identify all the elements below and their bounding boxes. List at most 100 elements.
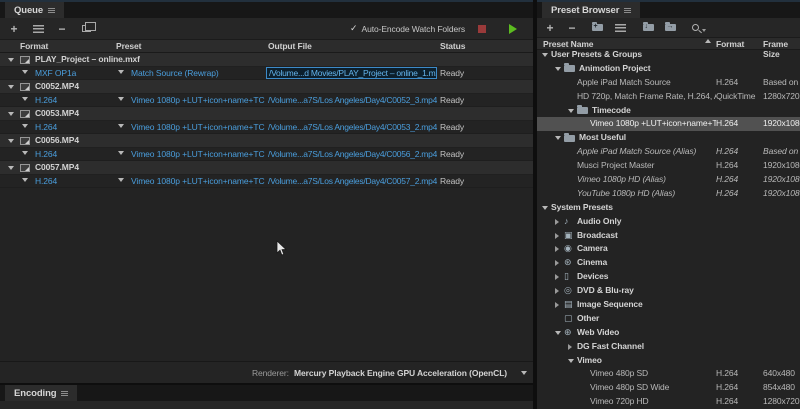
queue-output-row[interactable]: H.264 Vimeo 1080p +LUT+icon+name+TC/Volum… [0,147,533,162]
tab-encoding[interactable]: Encoding [5,385,78,401]
expanded-arrow-icon[interactable] [555,136,564,141]
expanded-arrow-icon[interactable] [542,205,551,210]
output-preset-dropdown[interactable]: Vimeo 1080p +LUT+icon+name+TC [118,94,265,108]
queue-output-row[interactable]: H.264 Vimeo 1080p +LUT+icon+name+TC/Volum… [0,174,533,189]
output-file-link[interactable]: /Volume...a7S/Los Angeles/Day4/C0056_2.m… [268,148,437,162]
sort-ascending-icon[interactable] [705,38,711,43]
queue-output-row[interactable]: MXF OP1a Match Source (Rewrap) /Volume...d… [0,66,533,81]
expanded-arrow-icon[interactable] [568,108,577,113]
preset-item-row[interactable]: Vimeo 480p SD Wide H.264 854x480 [537,381,800,395]
renderer-caret-icon[interactable] [521,371,527,375]
preset-group-row[interactable]: ▯ Devices [537,270,800,284]
import-preset-button[interactable]: ↓ [640,20,656,36]
collapse-icon[interactable] [8,58,14,62]
format-value[interactable]: H.264 [35,149,57,159]
format-value[interactable]: MXF OP1a [35,68,76,78]
preset-item-row[interactable]: HD 720p, Match Frame Rate, H.264, AAC...… [537,90,800,104]
panel-menu-icon[interactable] [624,7,632,13]
column-header-status[interactable]: Status [440,41,465,51]
output-preset-dropdown[interactable]: Vimeo 1080p +LUT+icon+name+TC [118,121,265,135]
collapse-icon[interactable] [8,166,14,170]
column-header-preset-name[interactable]: Preset Name [543,39,594,49]
queue-source-row[interactable]: C0057.MP4 [0,161,533,175]
renderer-dropdown[interactable]: Mercury Playback Engine GPU Acceleration… [294,368,507,378]
delete-preset-button[interactable]: − [564,20,580,36]
start-queue-button[interactable] [505,21,521,37]
format-value[interactable]: H.264 [35,122,57,132]
queue-source-row[interactable]: C0053.MP4 [0,107,533,121]
preset-group-row[interactable]: Animotion Project [537,62,800,76]
queue-output-row[interactable]: H.264 Vimeo 1080p +LUT+icon+name+TC/Volum… [0,93,533,108]
preset-value[interactable]: Vimeo 1080p +LUT+icon+name+TC [131,176,265,186]
format-value[interactable]: H.264 [35,176,57,186]
preset-group-row[interactable]: ◉ Camera [537,242,800,256]
output-file-link[interactable]: /Volume...a7S/Los Angeles/Day4/C0057_2.m… [268,175,437,189]
tab-preset-browser[interactable]: Preset Browser [542,2,641,18]
preset-item-row[interactable]: ▢ Other [537,312,800,326]
stop-queue-button[interactable] [474,21,490,37]
preset-group-row[interactable]: ▤ Image Sequence [537,298,800,312]
preset-item-row[interactable]: Vimeo 480p SD H.264 640x480 [537,367,800,381]
add-output-button[interactable] [30,21,46,37]
preset-item-row[interactable]: Vimeo 720p HD H.264 1280x720 [537,395,800,409]
remove-button[interactable]: − [54,21,70,37]
collapse-icon[interactable] [8,85,14,89]
output-preset-dropdown[interactable]: Vimeo 1080p +LUT+icon+name+TC [118,148,265,162]
preset-value[interactable]: Match Source (Rewrap) [131,68,219,78]
preset-group-row[interactable]: DG Fast Channel [537,340,800,354]
output-format-dropdown[interactable]: H.264 [22,148,57,162]
queue-source-row[interactable]: PLAY_Project – online.mxf [0,53,533,67]
queue-source-row[interactable]: C0052.MP4 [0,80,533,94]
preset-group-row[interactable]: System Presets [537,201,800,215]
output-file-link[interactable]: /Volume...a7S/Los Angeles/Day4/C0052_3.m… [268,94,437,108]
collapsed-arrow-icon[interactable] [555,301,564,308]
expanded-arrow-icon[interactable] [555,330,564,335]
create-preset-button[interactable]: + [542,20,558,36]
collapsed-arrow-icon[interactable] [555,260,564,267]
preset-group-row[interactable]: User Presets & Groups [537,48,800,62]
preset-group-row[interactable]: Timecode [537,104,800,118]
collapse-icon[interactable] [8,112,14,116]
column-header-output-file[interactable]: Output File [268,41,312,51]
collapsed-arrow-icon[interactable] [555,288,564,295]
duplicate-button[interactable] [78,21,96,37]
preset-item-row[interactable]: Apple iPad Match Source (Alias) H.264 Base… [537,145,800,159]
collapsed-arrow-icon[interactable] [568,343,577,350]
output-preset-dropdown[interactable]: Match Source (Rewrap) [118,67,219,81]
preset-value[interactable]: Vimeo 1080p +LUT+icon+name+TC [131,122,265,132]
preset-settings-button[interactable] [612,20,628,36]
output-preset-dropdown[interactable]: Vimeo 1080p +LUT+icon+name+TC [118,175,265,189]
preset-item-row[interactable]: Vimeo 1080p +LUT+icon+name+TC H.264 1920x1… [537,117,800,132]
preset-item-row[interactable]: Apple iPad Match Source H.264 Based on sou… [537,76,800,90]
preset-group-row[interactable]: ◎ DVD & Blu-ray [537,284,800,298]
column-header-format[interactable]: Format [716,39,744,49]
search-button[interactable] [691,20,707,36]
collapsed-arrow-icon[interactable] [555,218,564,225]
preset-group-row[interactable]: ♪ Audio Only [537,215,800,229]
preset-group-row[interactable]: ▣ Broadcast [537,229,800,243]
export-preset-button[interactable]: → [662,20,678,36]
auto-encode-checkbox[interactable]: ✓ Auto-Encode Watch Folders [350,23,465,34]
collapsed-arrow-icon[interactable] [555,246,564,253]
output-format-dropdown[interactable]: H.264 [22,94,57,108]
output-format-dropdown[interactable]: H.264 [22,175,57,189]
preset-item-row[interactable]: Musci Project Master H.264 1920x1080 [537,159,800,173]
column-header-preset[interactable]: Preset [116,41,141,51]
collapsed-arrow-icon[interactable] [555,232,564,239]
output-format-dropdown[interactable]: H.264 [22,121,57,135]
preset-value[interactable]: Vimeo 1080p +LUT+icon+name+TC [131,95,265,105]
preset-group-row[interactable]: Vimeo [537,354,800,368]
add-source-button[interactable]: + [6,21,22,37]
output-file-link[interactable]: /Volume...a7S/Los Angeles/Day4/C0053_2.m… [268,121,437,135]
preset-value[interactable]: Vimeo 1080p +LUT+icon+name+TC [131,149,265,159]
format-value[interactable]: H.264 [35,95,57,105]
queue-output-row[interactable]: H.264 Vimeo 1080p +LUT+icon+name+TC/Volum… [0,120,533,135]
output-format-dropdown[interactable]: MXF OP1a [22,67,76,81]
expanded-arrow-icon[interactable] [568,358,577,363]
tab-queue[interactable]: Queue [5,2,65,18]
expanded-arrow-icon[interactable] [555,66,564,71]
preset-group-row[interactable]: ⊛ Cinema [537,256,800,270]
panel-menu-icon[interactable] [61,390,69,396]
column-header-format[interactable]: Format [20,41,48,51]
preset-group-row[interactable]: ⊕ Web Video [537,326,800,340]
